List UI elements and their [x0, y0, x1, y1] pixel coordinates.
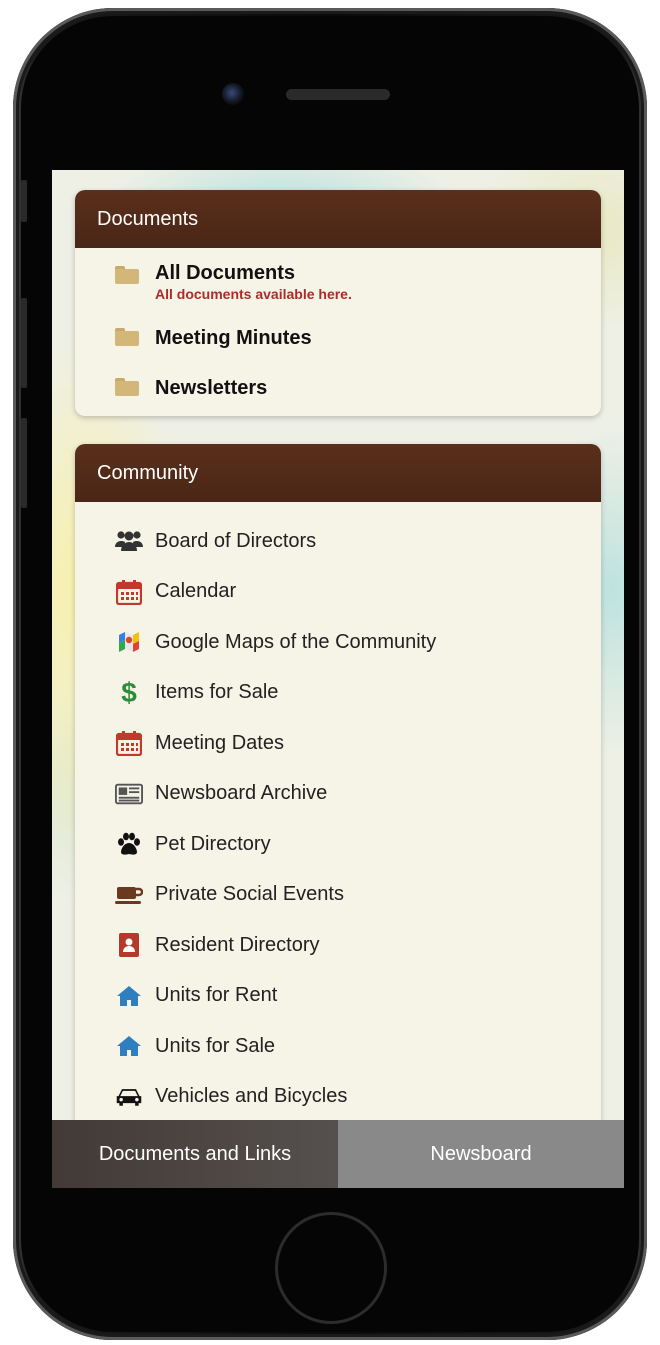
community-item-pet-directory[interactable]: Pet Directory [75, 819, 601, 870]
front-camera [222, 83, 244, 105]
community-item-label: Calendar [155, 580, 237, 603]
coffee-cup-icon [115, 881, 143, 909]
community-item-label: Newsboard Archive [155, 782, 328, 805]
folder-icon [115, 328, 139, 346]
paw-icon [115, 830, 143, 858]
community-item-label: Pet Directory [155, 832, 271, 855]
home-button[interactable] [275, 1212, 387, 1324]
dollar-icon: $ [121, 676, 137, 708]
community-item-label: Units for Sale [155, 1034, 276, 1057]
google-maps-icon [115, 628, 143, 656]
community-list: Board of Directors Calendar Google Maps … [75, 502, 601, 1122]
community-item-google-maps[interactable]: Google Maps of the Community [75, 617, 601, 668]
volume-up-button [21, 298, 27, 388]
community-item-label: Google Maps of the Community [155, 630, 437, 653]
doc-item-all-documents[interactable]: All Documents All documents available he… [75, 256, 601, 320]
community-item-label: Units for Rent [155, 984, 278, 1007]
earpiece-speaker [286, 89, 390, 100]
calendar-icon [115, 729, 143, 757]
community-item-meeting-dates[interactable]: Meeting Dates [75, 718, 601, 769]
doc-item-title: Meeting Minutes [155, 327, 312, 349]
documents-list: All Documents All documents available he… [75, 248, 601, 416]
community-header: Community [75, 444, 601, 502]
tab-documents-and-links[interactable]: Documents and Links [52, 1120, 338, 1188]
community-card: Community Board of Directors Calendar Go… [75, 444, 601, 1164]
community-item-board-of-directors[interactable]: Board of Directors [75, 516, 601, 567]
community-item-label: Meeting Dates [155, 731, 284, 754]
community-item-label: Private Social Events [155, 883, 344, 906]
community-item-items-for-sale[interactable]: $ Items for Sale [75, 668, 601, 719]
community-item-label: Resident Directory [155, 933, 320, 956]
documents-card: Documents All Documents All documents av… [75, 190, 601, 416]
doc-item-meeting-minutes[interactable]: Meeting Minutes [75, 320, 601, 370]
group-icon [115, 527, 143, 555]
doc-item-newsletters[interactable]: Newsletters [75, 370, 601, 416]
community-item-private-social-events[interactable]: Private Social Events [75, 870, 601, 921]
community-item-units-for-rent[interactable]: Units for Rent [75, 971, 601, 1022]
folder-icon [115, 378, 139, 396]
community-item-calendar[interactable]: Calendar [75, 567, 601, 618]
community-item-newsboard-archive[interactable]: Newsboard Archive [75, 769, 601, 820]
community-item-resident-directory[interactable]: Resident Directory [75, 920, 601, 971]
community-item-vehicles-and-bicycles[interactable]: Vehicles and Bicycles [75, 1072, 601, 1123]
home-icon [115, 1032, 143, 1060]
mute-switch [21, 180, 27, 222]
community-item-label: Board of Directors [155, 529, 317, 552]
community-item-label: Vehicles and Bicycles [155, 1085, 348, 1108]
volume-down-button [21, 418, 27, 508]
doc-item-title: Newsletters [155, 377, 268, 399]
doc-item-title: All Documents [155, 262, 296, 284]
app-screen: Documents All Documents All documents av… [52, 170, 624, 1188]
community-item-label: Items for Sale [155, 681, 279, 704]
newspaper-icon [115, 780, 143, 808]
tab-newsboard[interactable]: Newsboard [338, 1120, 624, 1188]
folder-icon [115, 266, 139, 284]
home-icon [115, 982, 143, 1010]
doc-item-subtitle: All documents available here. [155, 286, 352, 302]
calendar-icon [115, 578, 143, 606]
car-icon [115, 1083, 143, 1111]
documents-header: Documents [75, 190, 601, 248]
bottom-tab-bar: Documents and Links Newsboard [52, 1120, 624, 1188]
address-book-icon [115, 931, 143, 959]
community-item-units-for-sale[interactable]: Units for Sale [75, 1021, 601, 1072]
